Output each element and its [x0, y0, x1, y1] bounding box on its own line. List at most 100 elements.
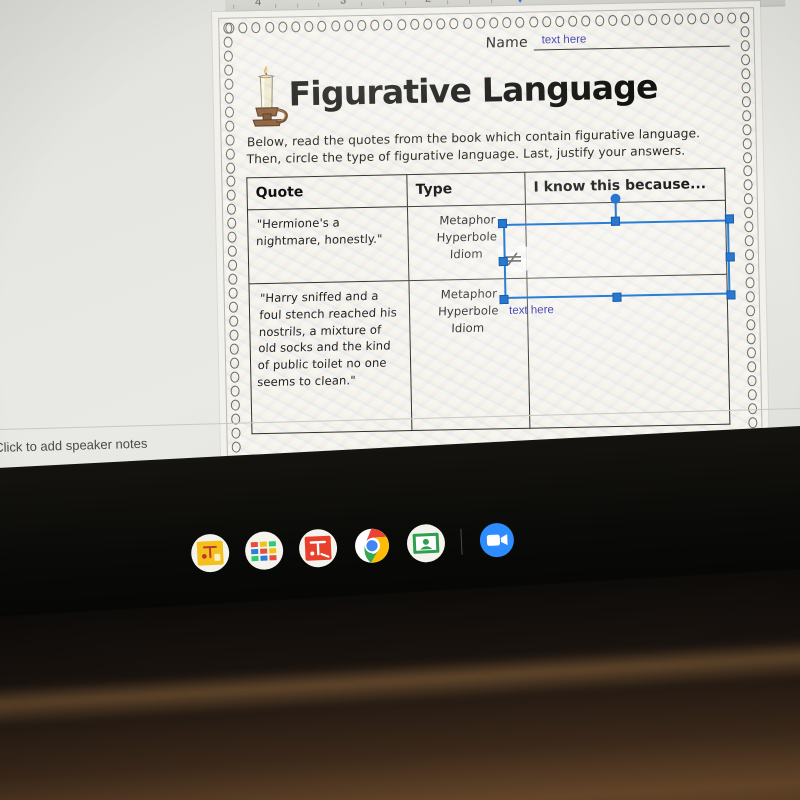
border-dot	[744, 235, 754, 247]
border-dot	[436, 18, 446, 30]
border-dot	[229, 329, 239, 341]
border-dot	[238, 22, 248, 34]
border-dot	[225, 134, 235, 146]
quote-text-2: "Harry sniffed and a foul stench reached…	[257, 288, 398, 389]
border-dot	[423, 18, 433, 30]
answer-placeholder-2[interactable]: text here	[509, 304, 554, 317]
type-option-idiom[interactable]: Idiom	[436, 245, 497, 263]
border-dot	[515, 16, 525, 28]
ruler-tick	[469, 0, 471, 4]
type-option-hyperbole[interactable]: Hyperbole	[438, 302, 499, 320]
cell-quote-2[interactable]: "Harry sniffed and a foul stench reached…	[248, 280, 412, 434]
ruler-tick	[447, 0, 449, 5]
column-header-i-know-this-because: I know this because...	[524, 167, 726, 204]
screenshot-root: 4 3 2 1	[0, 0, 800, 800]
worksheet-content: Name text here Figurative Language Below…	[241, 26, 741, 434]
border-dot	[476, 17, 486, 29]
border-dot	[740, 54, 751, 66]
border-dot	[744, 249, 755, 261]
colorful-grid-app-icon[interactable]	[244, 530, 284, 571]
border-dot	[227, 231, 237, 244]
border-dot	[713, 12, 723, 24]
border-dot	[743, 193, 753, 205]
border-dot	[223, 50, 233, 62]
chrome-icon[interactable]	[352, 526, 392, 566]
border-dot	[748, 416, 758, 428]
border-dot	[746, 347, 757, 359]
figurative-language-table[interactable]: Quote Type I know this because... "Hermi…	[246, 167, 730, 434]
border-dot	[528, 16, 539, 28]
border-dot	[621, 14, 631, 26]
name-input[interactable]: text here	[533, 26, 730, 51]
ruler-label-3: 3	[339, 0, 347, 7]
border-dot	[608, 14, 618, 27]
red-app-glyph	[304, 535, 332, 561]
border-dot	[251, 22, 261, 34]
border-dot	[744, 221, 754, 233]
border-dot	[264, 21, 275, 33]
cell-answer-1[interactable]	[525, 199, 727, 278]
cell-type-2[interactable]: Metaphor Hyperbole Idiom	[408, 277, 530, 431]
zoom-icon[interactable]	[477, 520, 517, 560]
border-dot	[224, 92, 234, 104]
border-dot	[410, 18, 420, 31]
border-dot	[223, 22, 233, 34]
border-dot	[747, 388, 757, 401]
cell-answer-2[interactable]	[526, 273, 730, 428]
border-dot	[229, 343, 239, 355]
type-option-metaphor[interactable]: Metaphor	[437, 211, 498, 229]
border-dot	[502, 16, 512, 29]
ruler-tick	[405, 1, 407, 6]
broken-link-icon[interactable]	[497, 245, 529, 272]
border-dot	[383, 19, 393, 31]
worksheet-title-row[interactable]: Figurative Language	[244, 51, 735, 129]
border-dot	[647, 14, 657, 26]
red-app-icon[interactable]	[298, 528, 338, 569]
table-row: "Hermione's a nightmare, honestly." Meta…	[247, 199, 727, 284]
border-dot	[744, 207, 754, 219]
broken-link-glyph	[504, 252, 522, 266]
border-dot	[742, 109, 752, 122]
border-dot	[229, 357, 240, 369]
border-dot	[740, 26, 750, 38]
border-dot	[674, 13, 684, 25]
border-dot	[227, 217, 237, 230]
google-classroom-icon[interactable]	[406, 523, 446, 564]
border-dot	[740, 12, 750, 24]
type-option-idiom[interactable]: Idiom	[437, 319, 498, 337]
border-dot	[226, 176, 236, 188]
border-dot	[594, 15, 605, 27]
border-dot	[741, 95, 752, 108]
border-dot	[357, 19, 367, 32]
type-option-metaphor[interactable]: Metaphor	[439, 285, 500, 303]
border-dot	[741, 81, 751, 94]
yellow-app-icon[interactable]	[190, 533, 231, 573]
border-dot	[634, 14, 644, 26]
border-dot	[741, 68, 751, 80]
slide-canvas[interactable]: Name text here Figurative Language Below…	[212, 1, 769, 462]
border-dot	[227, 245, 237, 257]
border-dot	[700, 13, 710, 25]
border-dot	[743, 179, 753, 191]
instructions-block: Below, read the quotes from the book whi…	[247, 125, 736, 169]
ruler-tick	[297, 3, 299, 8]
page-title: Figurative Language	[288, 66, 658, 113]
border-dot	[224, 78, 234, 90]
border-dot	[304, 20, 314, 33]
border-dot	[687, 13, 697, 25]
cell-type-1[interactable]: Metaphor Hyperbole Idiom	[407, 203, 529, 281]
border-dot	[230, 385, 240, 397]
border-dot	[740, 40, 750, 52]
ruler-tick	[361, 2, 363, 7]
column-header-type: Type	[406, 171, 526, 207]
yellow-app-glyph	[196, 540, 224, 566]
border-dot	[230, 371, 240, 383]
column-header-quote: Quote	[246, 174, 408, 210]
border-dot	[225, 120, 235, 132]
ruler-indent-marker-icon[interactable]	[512, 0, 528, 3]
type-option-hyperbole[interactable]: Hyperbole	[437, 228, 498, 246]
border-dot	[542, 16, 552, 28]
cell-quote-1[interactable]: "Hermione's a nightmare, honestly."	[247, 206, 409, 284]
border-dot	[742, 123, 752, 136]
border-dot	[449, 18, 459, 30]
